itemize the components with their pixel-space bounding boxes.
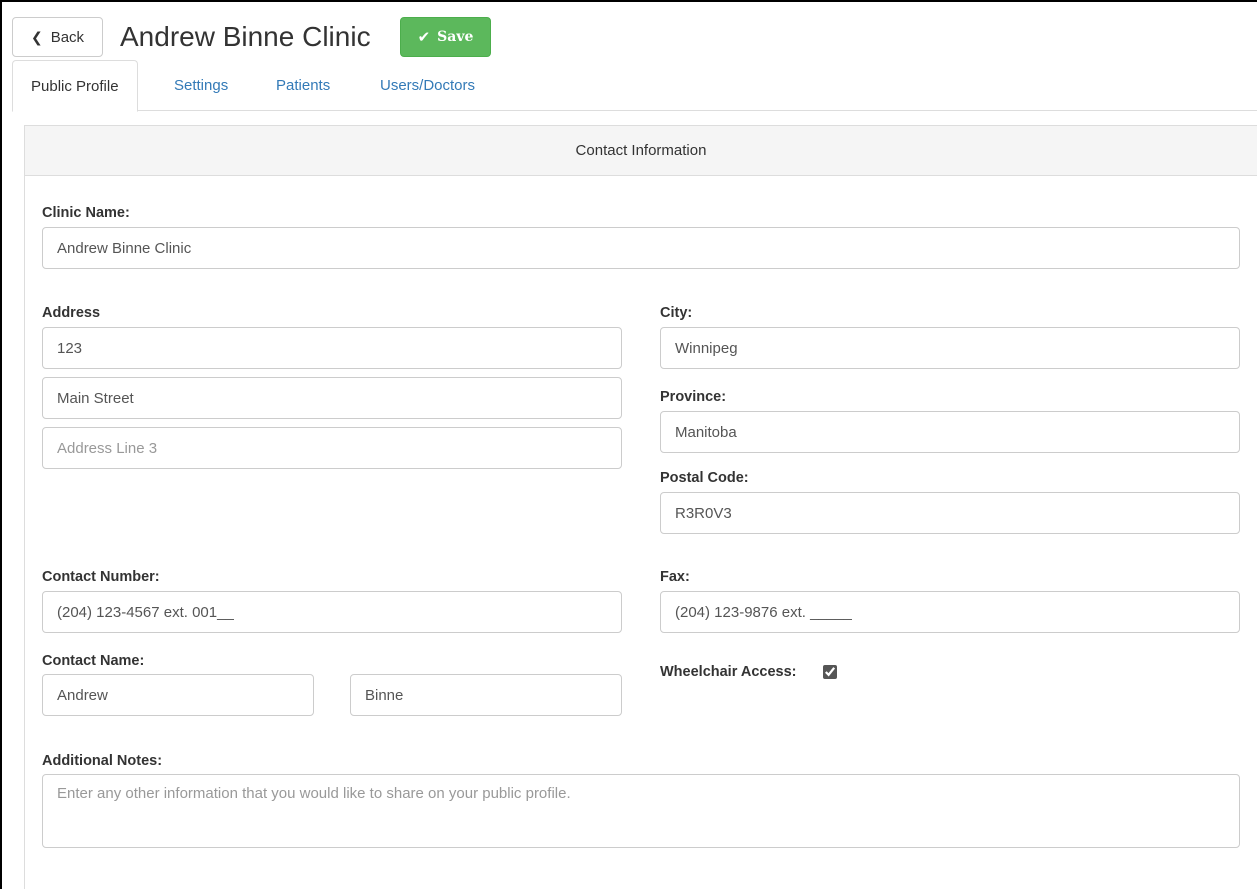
tab-patients[interactable]: Patients	[276, 60, 330, 111]
province-label: Province:	[660, 389, 727, 405]
contact-last-name-input[interactable]	[350, 674, 622, 716]
address-line3-input[interactable]	[42, 427, 622, 469]
fax-input[interactable]	[660, 591, 1240, 633]
fax-label: Fax:	[660, 569, 690, 585]
city-input[interactable]	[660, 327, 1240, 369]
contact-number-input[interactable]	[42, 591, 622, 633]
additional-notes-textarea[interactable]	[42, 774, 1240, 848]
address-line1-input[interactable]	[42, 327, 622, 369]
wheelchair-access-label: Wheelchair Access:	[660, 664, 797, 680]
check-icon: ✔	[417, 28, 431, 46]
tab-public-profile[interactable]: Public Profile	[12, 60, 138, 112]
panel-heading: Contact Information	[25, 126, 1257, 176]
save-button-label: Save	[437, 29, 474, 45]
address-line2-input[interactable]	[42, 377, 622, 419]
contact-number-label: Contact Number:	[42, 569, 160, 585]
contact-name-label: Contact Name:	[42, 653, 145, 669]
address-label: Address	[42, 305, 101, 321]
tab-settings[interactable]: Settings	[174, 60, 228, 111]
contact-first-name-input[interactable]	[42, 674, 314, 716]
back-button[interactable]: ❮ Back	[12, 17, 103, 57]
back-button-label: Back	[50, 28, 85, 46]
clinic-name-label: Clinic Name:	[42, 205, 130, 221]
save-button[interactable]: ✔ Save	[400, 17, 491, 57]
wheelchair-access-checkbox[interactable]	[823, 665, 837, 679]
clinic-name-input[interactable]	[42, 227, 1240, 269]
profile-tabs: Public Profile Settings Patients Users/D…	[12, 60, 1257, 112]
city-label: City:	[660, 305, 693, 321]
page-title: Andrew Binne Clinic	[120, 21, 371, 52]
postal-code-input[interactable]	[660, 492, 1240, 534]
tab-users-doctors[interactable]: Users/Doctors	[380, 60, 475, 111]
additional-notes-label: Additional Notes:	[42, 753, 163, 769]
province-input[interactable]	[660, 411, 1240, 453]
chevron-left-icon: ❮	[30, 28, 43, 45]
postal-code-label: Postal Code:	[660, 470, 749, 486]
